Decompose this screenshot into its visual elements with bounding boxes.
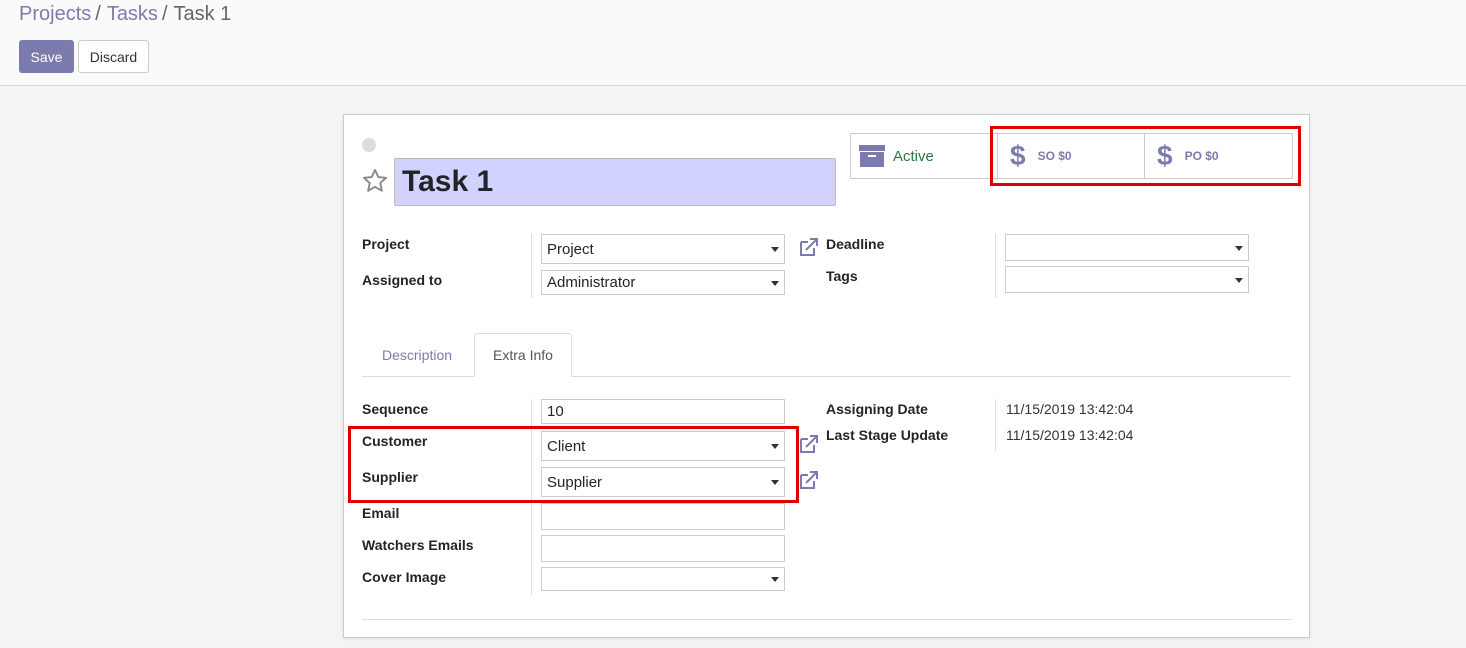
sales-order-label: SO $0: [1037, 149, 1072, 163]
purchase-order-label: PO $0: [1184, 149, 1219, 163]
email-input[interactable]: [541, 503, 785, 530]
external-link-icon[interactable]: [798, 236, 820, 258]
field-divider: [531, 234, 532, 298]
sequence-value: 10: [547, 403, 564, 420]
assigned-to-select[interactable]: Administrator: [541, 270, 785, 295]
assigning-date-label: Assigning Date: [826, 401, 928, 417]
watchers-emails-label: Watchers Emails: [362, 537, 474, 553]
dollar-icon: $: [1010, 140, 1026, 171]
supplier-label: Supplier: [362, 469, 419, 485]
tags-label: Tags: [826, 268, 858, 284]
supplier-select[interactable]: Supplier: [541, 467, 785, 497]
breadcrumb-tasks[interactable]: Tasks: [107, 3, 158, 26]
assigned-to-label: Assigned to: [362, 272, 443, 288]
caret-down-icon: [771, 577, 779, 582]
project-select[interactable]: Project: [541, 234, 785, 264]
email-label: Email: [362, 505, 400, 521]
external-link-icon[interactable]: [798, 469, 820, 491]
discard-button[interactable]: Discard: [78, 40, 149, 73]
dollar-icon: $: [1157, 140, 1173, 171]
control-panel: Projects / Tasks / Task 1 Save Discard: [0, 0, 1466, 86]
assigned-to-value: Administrator: [547, 274, 636, 291]
caret-down-icon: [771, 480, 779, 485]
field-divider: [995, 399, 996, 451]
supplier-value: Supplier: [547, 473, 603, 491]
sales-order-button[interactable]: $ SO $0: [997, 133, 1145, 179]
watchers-emails-input[interactable]: [541, 535, 785, 562]
form-sheet: Active $ SO $0 $ PO $0 Task 1 Project As…: [343, 114, 1310, 638]
customer-label: Customer: [362, 433, 428, 449]
caret-down-icon: [771, 444, 779, 449]
breadcrumb-current: Task 1: [173, 3, 232, 25]
cover-image-select[interactable]: [541, 567, 785, 591]
caret-down-icon: [1235, 245, 1243, 251]
active-toggle-button[interactable]: Active: [850, 133, 997, 179]
project-label: Project: [362, 236, 410, 252]
breadcrumb-separator: /: [161, 3, 168, 25]
external-link-icon[interactable]: [798, 433, 820, 455]
active-label: Active: [893, 147, 934, 165]
field-divider: [995, 234, 996, 298]
notebook-bottom-divider: [362, 619, 1291, 620]
breadcrumb: Projects / Tasks / Task 1: [19, 3, 231, 26]
customer-value: Client: [547, 437, 586, 455]
deadline-input[interactable]: [1005, 234, 1249, 261]
customer-select[interactable]: Client: [541, 431, 785, 461]
deadline-label: Deadline: [826, 236, 885, 252]
field-divider: [531, 399, 532, 595]
caret-down-icon: [1235, 277, 1243, 283]
task-title-input[interactable]: Task 1: [394, 158, 836, 206]
last-stage-update-value: 11/15/2019 13:42:04: [1006, 427, 1134, 443]
sequence-label: Sequence: [362, 401, 429, 417]
breadcrumb-projects[interactable]: Projects: [19, 3, 91, 26]
kanban-state-indicator[interactable]: [362, 138, 376, 152]
project-value: Project: [547, 240, 594, 258]
assigning-date-value: 11/15/2019 13:42:04: [1006, 401, 1134, 417]
sequence-input[interactable]: 10: [541, 399, 785, 424]
cover-image-label: Cover Image: [362, 569, 447, 585]
star-icon[interactable]: [361, 167, 389, 195]
caret-down-icon: [771, 280, 779, 286]
save-button[interactable]: Save: [19, 40, 74, 73]
breadcrumb-separator: /: [95, 3, 101, 25]
archive-icon: [859, 144, 885, 168]
tags-select[interactable]: [1005, 266, 1249, 293]
caret-down-icon: [771, 247, 779, 252]
tab-extra-info[interactable]: Extra Info: [474, 333, 572, 377]
purchase-order-button[interactable]: $ PO $0: [1145, 133, 1293, 179]
smart-button-box: Active $ SO $0 $ PO $0: [850, 133, 1293, 179]
last-stage-update-label: Last Stage Update: [826, 427, 949, 443]
tab-description[interactable]: Description: [362, 333, 472, 377]
